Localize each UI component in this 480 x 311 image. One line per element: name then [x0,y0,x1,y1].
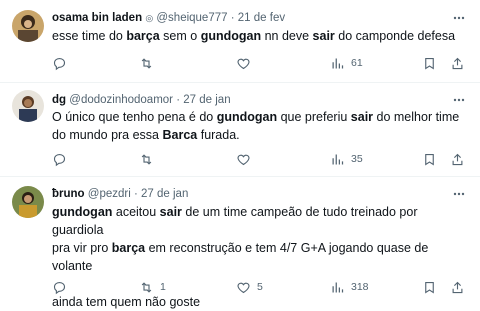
tweet-2[interactable]: dg @dodozinhodoamor · 27 de jan O único … [0,83,480,177]
text-run: do melhor time [373,110,460,124]
highlighted-keyword: gundogan [200,29,262,43]
reply-icon [53,153,66,166]
highlighted-keyword: sair [159,205,182,219]
highlighted-keyword: sair [350,110,374,124]
tweet-3[interactable]: ƀruno @pezdri · 27 de jan gundogan aceit… [0,177,480,309]
reply-button[interactable] [52,55,67,71]
retweet-icon [141,281,152,293]
heart-icon [237,282,250,293]
like-count: 5 [257,281,263,293]
views-button[interactable]: 35 [330,151,363,167]
tweet-text: O único que tenho pena é do gundogan que… [52,108,460,144]
avatar[interactable] [12,10,44,42]
display-name[interactable]: dg [52,94,66,106]
avatar[interactable] [12,90,44,122]
tweet-date[interactable]: 27 de jan [141,188,188,200]
tweet-actions: 35 [52,151,466,167]
bookmark-button[interactable] [422,55,437,71]
separator: · [133,188,138,200]
more-icon[interactable] [452,187,466,201]
share-button[interactable] [450,279,465,295]
tweet-text-line: do mundo pra essa Barca furada. [52,126,460,144]
highlighted-keyword: barça [111,241,146,255]
separator: · [230,12,235,24]
more-icon[interactable] [452,11,466,25]
views-count: 61 [351,57,363,69]
bookmark-icon [425,281,434,294]
text-run: O único que tenho pena é do [52,110,217,124]
reply-button[interactable] [52,151,67,167]
retweet-button[interactable]: 1 [139,279,166,295]
highlighted-keyword: sair [312,29,335,43]
retweet-button[interactable] [139,151,154,167]
views-button[interactable]: 61 [330,55,363,71]
retweet-count: 1 [160,281,166,293]
text-run: que preferiu [277,110,351,124]
tweet-date[interactable]: 27 de jan [183,94,230,106]
tweet-text: esse time do barça sem o gundogan nn dev… [52,27,460,45]
reply-button[interactable] [52,279,67,295]
heart-icon [237,154,250,165]
tweet-text-line: ainda tem quem não goste [52,295,201,309]
like-button[interactable] [236,55,251,71]
text-run: aceitou [112,205,160,219]
text-run: esse time do [52,29,127,43]
user-handle[interactable]: @sheique777 [156,12,227,24]
text-run: nn deve [261,29,313,43]
display-name[interactable]: osama bin laden [52,12,142,24]
tweet-header: ƀruno @pezdri · 27 de jan [52,186,450,202]
tweet-actions: 61 [52,55,466,71]
share-icon [452,57,463,69]
like-button[interactable]: 5 [236,279,263,295]
tweet-date[interactable]: 21 de fev [238,12,285,24]
views-count: 35 [351,153,363,165]
reply-icon [53,57,66,70]
tweet-actions: 1 5 318 [52,279,466,295]
text-run: do camponde defesa [334,29,456,43]
views-icon [332,58,344,68]
tweet-header: osama bin laden ◎ @sheique777 · 21 de fe… [52,10,450,26]
highlighted-keyword: Barca [162,128,198,142]
highlighted-keyword: gundogan [52,205,113,219]
bookmark-icon [425,57,434,70]
share-icon [452,281,463,293]
display-name[interactable]: ƀruno [52,188,85,200]
bookmark-icon [425,153,434,166]
share-icon [452,153,463,165]
highlighted-keyword: barça [126,29,160,43]
tweet-text-line: gundogan aceitou sair de um time campeão… [52,203,460,239]
tweet-1[interactable]: osama bin laden ◎ @sheique777 · 21 de fe… [0,0,480,83]
user-handle[interactable]: @pezdri [88,188,131,200]
views-icon [332,154,344,164]
tweet-text-line: O único que tenho pena é do gundogan que… [52,108,460,126]
reply-icon [53,281,66,294]
heart-icon [237,58,250,69]
views-button[interactable]: 318 [330,279,369,295]
share-button[interactable] [450,55,465,71]
text-run: furada. [197,128,240,142]
views-count: 318 [351,281,369,293]
retweet-icon [141,153,152,165]
retweet-icon [141,57,152,69]
like-button[interactable] [236,151,251,167]
text-run: sem o [159,29,201,43]
more-icon[interactable] [452,93,466,107]
text-run: pra vir pro [52,241,112,255]
emoji-icon: ◎ [145,13,154,23]
tweet-text-line: pra vir pro barça em reconstrução e tem … [52,239,460,275]
share-button[interactable] [450,151,465,167]
avatar[interactable] [12,186,44,218]
text-run: do mundo pra essa [52,128,163,142]
user-handle[interactable]: @dodozinhodoamor [69,94,173,106]
bookmark-button[interactable] [422,279,437,295]
separator: · [176,94,181,106]
retweet-button[interactable] [139,55,154,71]
highlighted-keyword: gundogan [216,110,278,124]
views-icon [332,282,344,292]
tweet-header: dg @dodozinhodoamor · 27 de jan [52,92,450,108]
bookmark-button[interactable] [422,151,437,167]
